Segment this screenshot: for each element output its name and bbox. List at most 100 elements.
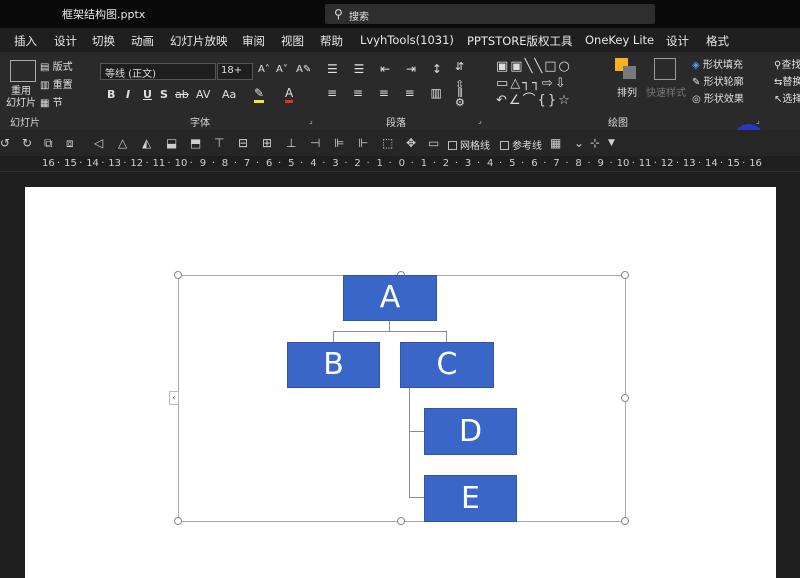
align-bottom-icon[interactable]: ⊥ xyxy=(286,136,296,150)
drawing-dialog-launcher-icon[interactable]: ⌟ xyxy=(756,116,760,125)
font-size-select[interactable]: 18+ xyxy=(217,63,253,80)
select-button[interactable]: ↖选择 xyxy=(774,90,800,105)
highlight-color-icon[interactable]: ✎ xyxy=(254,86,265,103)
tab-slideshow[interactable]: 幻灯片放映 xyxy=(170,33,228,49)
node-c[interactable]: C xyxy=(400,342,494,388)
ribbon-tabs: 插入 设计 切换 动画 幻灯片放映 审阅 视图 帮助 LvyhTools(103… xyxy=(0,28,800,52)
resize-handle-se[interactable] xyxy=(621,517,629,525)
tab-pptstore[interactable]: PPTSTORE版权工具 xyxy=(467,33,573,49)
paragraph-dialog-launcher-icon[interactable]: ⌟ xyxy=(478,116,482,125)
resize-handle-nw[interactable] xyxy=(174,271,182,279)
tab-review[interactable]: 审阅 xyxy=(242,33,265,49)
section-button[interactable]: ▦ 节 xyxy=(40,94,63,109)
selection-pane-icon[interactable]: ▭ xyxy=(428,136,439,150)
search-box[interactable]: ⚲ 搜索 xyxy=(325,4,655,24)
layout-label: 版式 xyxy=(52,62,73,73)
reset-button[interactable]: ▥ 重置 xyxy=(40,76,73,91)
change-case-button[interactable]: Aa xyxy=(222,88,236,101)
font-grow-icon[interactable]: A˄ xyxy=(258,64,270,75)
align-center-icon[interactable]: ⊞ xyxy=(262,136,272,150)
underline-button[interactable]: U xyxy=(143,88,152,101)
text-pane-toggle[interactable]: ‹ xyxy=(169,391,179,405)
connector-c-spine xyxy=(409,388,410,498)
strikethrough-button[interactable]: ab xyxy=(175,88,189,101)
guides-checkbox[interactable]: 参考线 xyxy=(500,137,542,152)
crop-icon[interactable]: ⊹ xyxy=(590,136,600,150)
list-buttons[interactable]: ☰ ☰ ⇤ ⇥ ↕ xyxy=(327,62,448,76)
size-icon[interactable]: ⬚ xyxy=(382,136,393,150)
tab-lvyhtools[interactable]: LvyhTools(1031) xyxy=(360,33,454,47)
italic-button[interactable]: I xyxy=(126,88,130,101)
align-middle-icon[interactable]: ⊟ xyxy=(238,136,248,150)
gridlines-label: 网格线 xyxy=(460,141,490,152)
rotate-left-icon[interactable]: ↺ xyxy=(0,136,10,150)
resize-handle-s[interactable] xyxy=(397,517,405,525)
gridlines-checkbox[interactable]: 网格线 xyxy=(448,137,490,152)
distribute-icon[interactable]: ◭ xyxy=(142,136,151,150)
clear-format-icon[interactable]: A✎ xyxy=(296,64,311,75)
align-left-icon[interactable]: ◁ xyxy=(94,136,103,150)
resize-handle-e[interactable] xyxy=(621,394,629,402)
shapes-gallery[interactable]: ▣▣╲╲□○ ▭△┐┐⇨⇩ ↶∠⌒{}☆ xyxy=(496,58,608,110)
node-e[interactable]: E xyxy=(424,475,517,522)
ruler-dot: · xyxy=(322,158,326,169)
smartart-icon[interactable]: ⚙ xyxy=(455,96,465,109)
view-icon[interactable]: ▦ xyxy=(550,136,561,150)
shape-outline-button[interactable]: ✎ 形状轮廓 xyxy=(692,73,744,88)
distribute-v-icon[interactable]: ⊩ xyxy=(358,136,368,150)
quick-styles-icon xyxy=(654,58,676,80)
ruler-tick: 9 xyxy=(199,158,207,169)
layout-button[interactable]: ▤ 版式 xyxy=(40,58,73,73)
ruler-dot: · xyxy=(609,158,613,169)
node-b[interactable]: B xyxy=(287,342,380,388)
ruler-dot: · xyxy=(79,158,83,169)
quick-styles-button[interactable]: 快速样式 xyxy=(646,84,686,99)
customize-icon[interactable]: ⌄ xyxy=(574,136,584,150)
font-shrink-icon[interactable]: A˅ xyxy=(276,64,288,75)
format-painter-icon[interactable]: ✥ xyxy=(406,136,416,150)
find-button[interactable]: ⚲查找 xyxy=(774,56,800,71)
tab-shape-design[interactable]: 设计 xyxy=(666,33,689,49)
bold-button[interactable]: B xyxy=(107,88,115,101)
tab-onekey[interactable]: OneKey Lite xyxy=(585,33,654,47)
tab-view[interactable]: 视图 xyxy=(281,33,304,49)
shape-fill-button[interactable]: ◈ 形状填充 xyxy=(692,56,743,71)
shadow-button[interactable]: S xyxy=(160,88,168,101)
resize-handle-sw[interactable] xyxy=(174,517,182,525)
tab-transitions[interactable]: 切换 xyxy=(92,33,115,49)
distribute-h-icon[interactable]: ⊫ xyxy=(334,136,344,150)
flip-icon[interactable]: △ xyxy=(118,136,127,150)
text-direction-icon[interactable]: ⇵ xyxy=(455,60,464,73)
rotate-icon[interactable]: ↻ xyxy=(22,136,32,150)
font-family-select[interactable]: 等线 (正文) xyxy=(100,63,216,80)
tab-design[interactable]: 设计 xyxy=(54,33,77,49)
tab-animations[interactable]: 动画 xyxy=(131,33,154,49)
resize-handle-ne[interactable] xyxy=(621,271,629,279)
group-label-slides: 幻灯片 xyxy=(10,118,40,129)
ungroup-icon[interactable]: ⧈ xyxy=(66,136,74,151)
node-d[interactable]: D xyxy=(424,408,517,455)
align-right-icon[interactable]: ⊣ xyxy=(310,136,320,150)
bring-front-icon[interactable]: ⬒ xyxy=(190,136,201,150)
quick-toolbar: ↺ ↻ ⧉ ⧈ ◁ △ ◭ ⬓ ⬒ ⊤ ⊟ ⊞ ⊥ ⊣ ⊫ ⊩ ⬚ ✥ ▭ 网格… xyxy=(0,130,800,156)
reuse-slides-button[interactable]: 重用 幻灯片 xyxy=(6,86,36,110)
group-icon[interactable]: ⧉ xyxy=(44,136,53,151)
section-label: 节 xyxy=(52,98,63,109)
shape-effects-button[interactable]: ◎ 形状效果 xyxy=(692,90,744,105)
tab-format[interactable]: 格式 xyxy=(706,33,729,49)
align-text-icon[interactable]: ⇳ xyxy=(455,78,464,91)
tab-help[interactable]: 帮助 xyxy=(320,33,343,49)
toolbar-more-icon[interactable]: ▼ xyxy=(608,138,615,148)
font-color-icon[interactable]: A xyxy=(285,86,294,103)
align-top-icon[interactable]: ⊤ xyxy=(214,136,224,150)
char-spacing-button[interactable]: AV xyxy=(196,88,210,101)
replace-button[interactable]: ⇆替换 xyxy=(774,73,800,88)
node-a[interactable]: A xyxy=(343,275,437,321)
align-buttons[interactable]: ≡ ≡ ≡ ≡ ▥ ⫴ xyxy=(327,86,469,101)
send-back-icon[interactable]: ⬓ xyxy=(166,136,177,150)
horizontal-ruler[interactable]: 16 · 15 · 14 · 13 · 12 · 11 · 10 · 9 · 8 · 7 · 6 · 5 · 4 · 3 · 2 · 1 · 0… xyxy=(0,156,800,172)
reuse-slides-icon[interactable] xyxy=(10,60,36,82)
tab-insert[interactable]: 插入 xyxy=(14,33,37,49)
font-dialog-launcher-icon[interactable]: ⌟ xyxy=(309,116,313,125)
arrange-button[interactable]: 排列 xyxy=(617,84,637,99)
